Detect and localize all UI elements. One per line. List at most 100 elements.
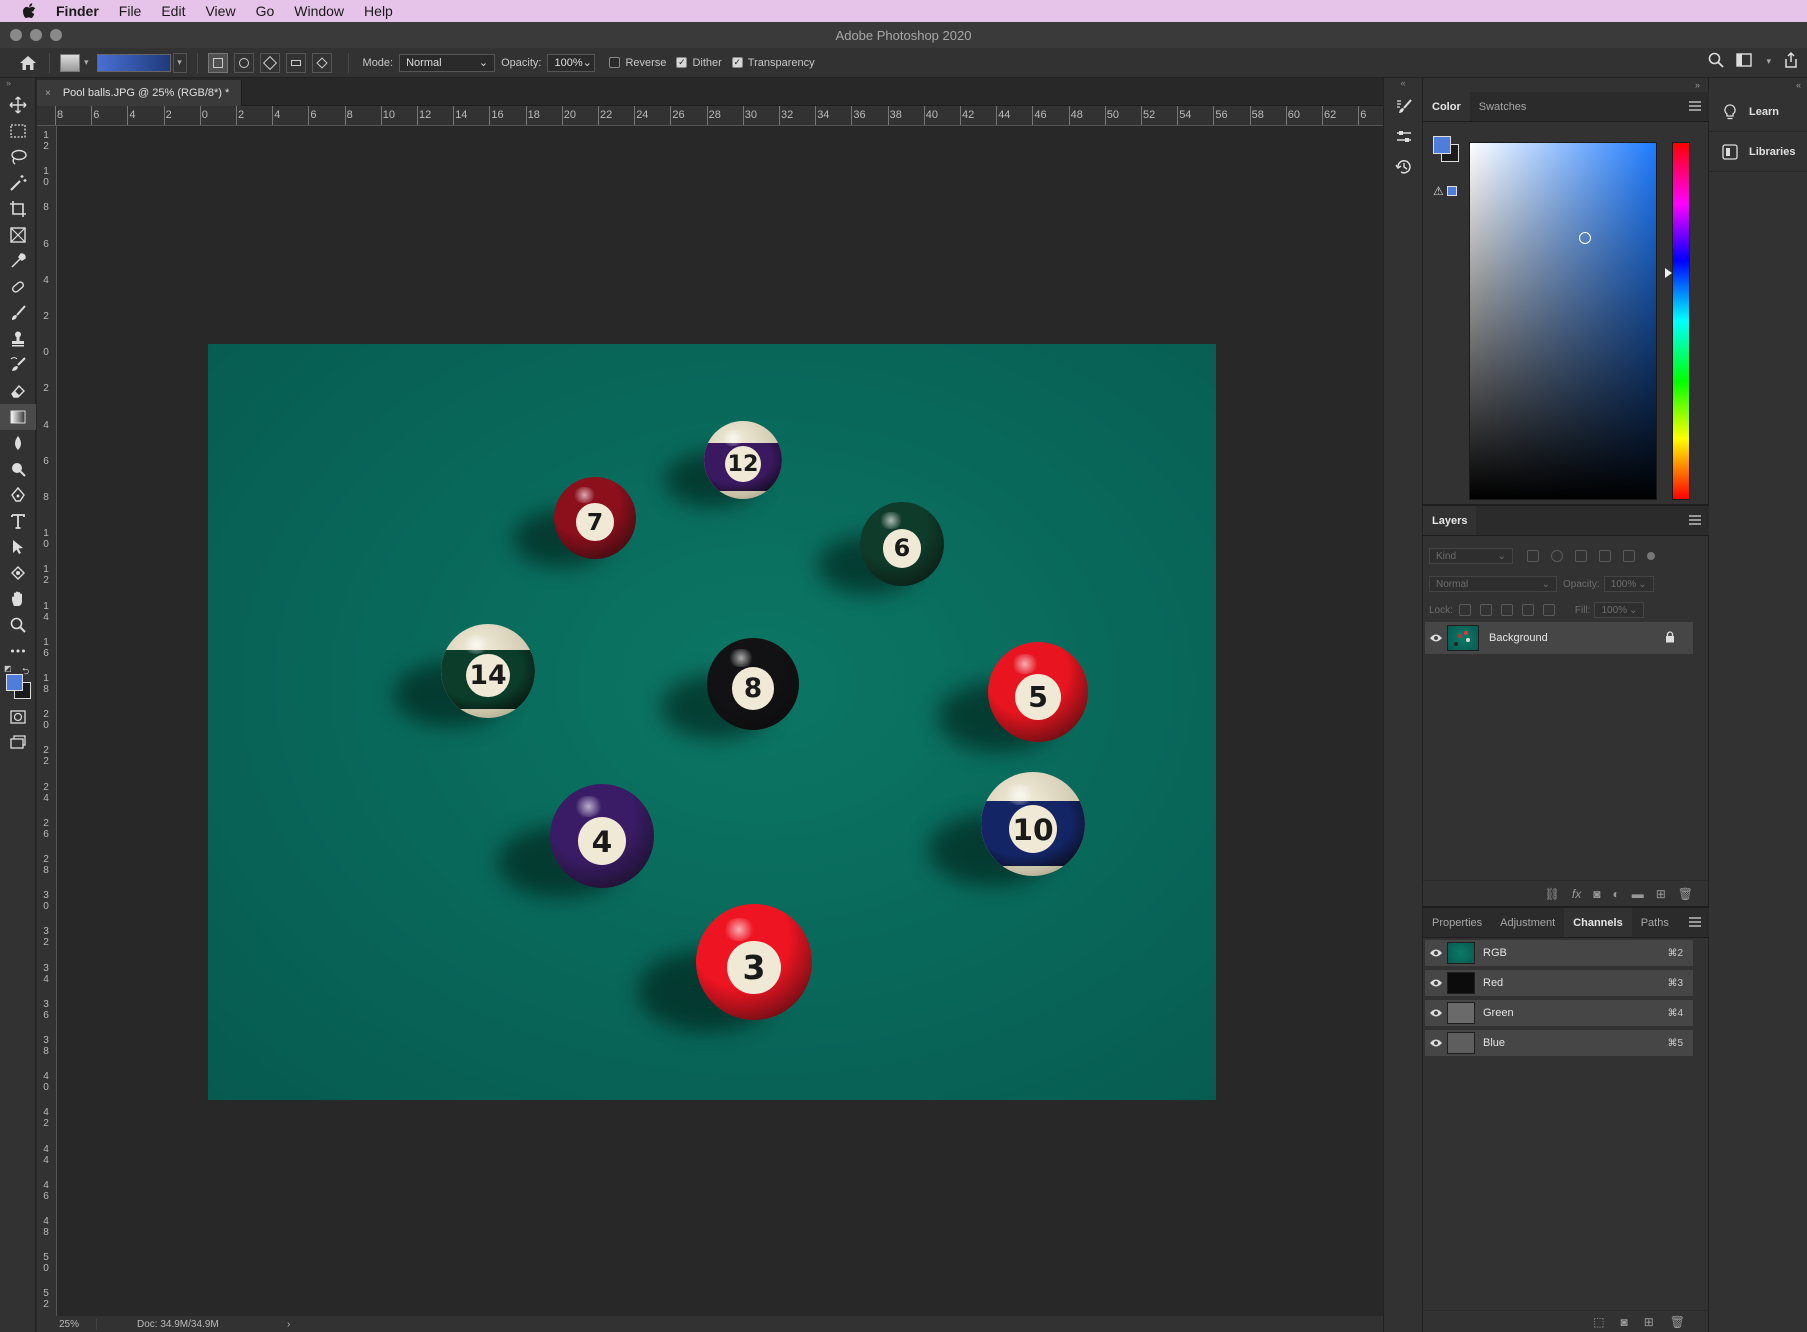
status-menu-arrow[interactable]: › <box>287 1319 290 1330</box>
mode-select[interactable]: Normal ⌄ <box>399 53 496 72</box>
filter-pixel-icon[interactable] <box>1527 550 1539 562</box>
default-colors-icon[interactable]: ◩ <box>4 664 12 673</box>
marquee-tool-icon[interactable] <box>0 118 36 144</box>
path-selection-tool-icon[interactable] <box>0 534 36 560</box>
new-adjustment-layer-icon[interactable]: ◐ <box>1612 887 1619 901</box>
lock-icon[interactable] <box>1665 630 1675 646</box>
menu-help[interactable]: Help <box>354 0 403 22</box>
trash-icon[interactable]: 🗑 <box>1678 887 1693 901</box>
tab-swatches[interactable]: Swatches <box>1470 92 1536 121</box>
healing-brush-tool-icon[interactable] <box>0 274 36 300</box>
save-selection-icon[interactable]: ◙ <box>1620 1315 1627 1329</box>
panel-menu-icon[interactable] <box>1689 515 1701 525</box>
panel-menu-icon[interactable] <box>1689 917 1701 927</box>
tab-adjustments[interactable]: Adjustment <box>1491 908 1564 937</box>
reverse-checkbox[interactable]: Reverse <box>609 57 666 69</box>
channel-row-red[interactable]: Red ⌘3 <box>1425 970 1693 998</box>
foreground-color-swatch[interactable] <box>6 674 23 691</box>
tab-layers[interactable]: Layers <box>1423 506 1477 535</box>
menu-view[interactable]: View <box>195 0 245 22</box>
hand-tool-icon[interactable] <box>0 586 36 612</box>
history-brush-tool-icon[interactable] <box>0 352 36 378</box>
filter-type-icon[interactable] <box>1575 550 1587 562</box>
filter-smart-object-icon[interactable] <box>1623 550 1635 562</box>
lock-position-icon[interactable] <box>1500 604 1513 616</box>
channel-row-rgb[interactable]: RGB ⌘2 <box>1425 940 1693 968</box>
magic-wand-tool-icon[interactable] <box>0 170 36 196</box>
lock-image-icon[interactable] <box>1479 604 1492 616</box>
adjustment-sliders-icon[interactable] <box>1384 122 1424 152</box>
color-picker-cursor[interactable] <box>1579 232 1591 244</box>
libraries-button[interactable]: Libraries <box>1709 132 1807 172</box>
saturation-brightness-field[interactable] <box>1469 142 1657 500</box>
layer-opacity-input[interactable]: 100% ⌄ <box>1603 576 1654 592</box>
reflected-gradient-button[interactable] <box>285 52 306 73</box>
chevron-down-icon[interactable]: ▾ <box>84 57 89 68</box>
frame-tool-icon[interactable] <box>0 222 36 248</box>
canvas-area[interactable]: 12 7 6 14 8 5 4 10 3 <box>57 126 1383 1316</box>
angle-gradient-button[interactable] <box>259 52 280 73</box>
layer-name[interactable]: Background <box>1489 632 1548 644</box>
trash-icon[interactable]: 🗑 <box>1670 1315 1685 1329</box>
tab-color[interactable]: Color <box>1423 92 1470 121</box>
radial-gradient-button[interactable] <box>233 52 254 73</box>
tab-channels[interactable]: Channels <box>1564 908 1632 937</box>
brush-tool-icon[interactable] <box>0 300 36 326</box>
gradient-preview[interactable] <box>96 53 171 72</box>
filter-toggle-icon[interactable] <box>1647 552 1655 560</box>
collapse-arrows-icon[interactable]: « <box>1796 80 1801 90</box>
document-tab[interactable]: × Pool balls.JPG @ 25% (RGB/8*) * <box>37 80 243 106</box>
fill-input[interactable]: 100% ⌄ <box>1594 602 1645 618</box>
lock-transparent-icon[interactable] <box>1458 604 1471 616</box>
foreground-color-swatch[interactable] <box>1433 136 1451 154</box>
close-window-button[interactable] <box>10 29 22 41</box>
hue-slider[interactable] <box>1672 142 1690 500</box>
tool-preset-picker[interactable] <box>60 53 80 72</box>
linear-gradient-button[interactable] <box>207 52 228 73</box>
zoom-level[interactable]: 25% <box>37 1318 97 1330</box>
hue-slider-handle[interactable] <box>1665 268 1672 278</box>
transparency-checkbox[interactable]: ✓ Transparency <box>731 57 815 69</box>
dodge-tool-icon[interactable] <box>0 456 36 482</box>
apple-menu-icon[interactable] <box>18 0 40 22</box>
home-icon[interactable] <box>17 52 39 74</box>
menu-go[interactable]: Go <box>246 0 285 22</box>
shape-tool-icon[interactable] <box>0 560 36 586</box>
layer-row[interactable]: Background <box>1425 622 1693 654</box>
quick-mask-icon[interactable] <box>0 704 36 730</box>
eye-icon[interactable] <box>1425 633 1447 643</box>
gradient-picker-dropdown[interactable]: ▾ <box>172 52 187 73</box>
more-tools-icon[interactable] <box>0 638 36 664</box>
gamut-warning-icon[interactable]: ⚠ <box>1433 184 1444 198</box>
eye-icon[interactable] <box>1425 1038 1447 1048</box>
document-image[interactable]: 12 7 6 14 8 5 4 10 3 <box>208 344 1216 1100</box>
menu-window[interactable]: Window <box>284 0 354 22</box>
screen-mode-icon[interactable] <box>0 730 36 756</box>
new-layer-icon[interactable]: ⊞ <box>1656 887 1666 901</box>
brush-settings-icon[interactable] <box>1384 92 1424 122</box>
filter-adjustment-icon[interactable] <box>1551 550 1563 562</box>
web-safe-swatch[interactable] <box>1447 186 1457 196</box>
minimize-window-button[interactable] <box>30 29 42 41</box>
collapse-arrows-icon[interactable]: » <box>1695 80 1700 90</box>
move-tool-icon[interactable] <box>0 92 36 118</box>
eye-icon[interactable] <box>1425 978 1447 988</box>
collapse-arrows-icon[interactable]: « <box>1384 78 1422 92</box>
lasso-tool-icon[interactable] <box>0 144 36 170</box>
lock-artboard-icon[interactable] <box>1521 604 1534 616</box>
filter-shape-icon[interactable] <box>1599 550 1611 562</box>
blend-mode-select[interactable]: Normal ⌄ <box>1429 576 1557 592</box>
tab-properties[interactable]: Properties <box>1423 908 1491 937</box>
tab-paths[interactable]: Paths <box>1632 908 1678 937</box>
diamond-gradient-button[interactable] <box>311 52 332 73</box>
share-icon[interactable] <box>1783 51 1799 71</box>
lock-all-icon[interactable] <box>1542 604 1555 616</box>
foreground-background-colors[interactable]: ◩ ⮌ <box>0 664 36 704</box>
learn-button[interactable]: Learn <box>1709 92 1807 132</box>
channel-row-blue[interactable]: Blue ⌘5 <box>1425 1030 1693 1058</box>
zoom-tool-icon[interactable] <box>0 612 36 638</box>
search-icon[interactable] <box>1708 52 1725 71</box>
clone-stamp-tool-icon[interactable] <box>0 326 36 352</box>
eyedropper-tool-icon[interactable] <box>0 248 36 274</box>
panel-menu-icon[interactable] <box>1689 101 1701 111</box>
